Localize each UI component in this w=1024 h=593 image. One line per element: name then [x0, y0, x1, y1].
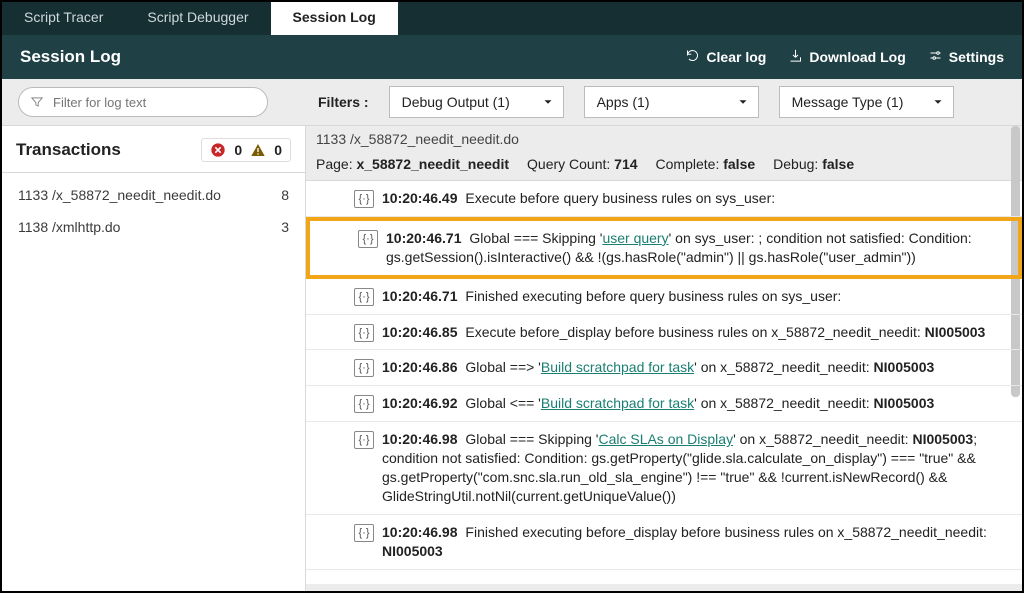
log-record-id: NI005003	[382, 543, 443, 559]
debug-output-value: Debug Output (1)	[402, 94, 510, 110]
meta-querycount-label: Query Count:	[527, 156, 610, 172]
log-text-post: ' on x_58872_needit_needit:	[694, 395, 873, 411]
json-toggle-icon[interactable]: {·}	[354, 288, 374, 306]
log-rows[interactable]: {·} 10:20:46.49 Execute before query bus…	[306, 181, 1022, 591]
chevron-down-icon	[931, 95, 945, 109]
chevron-down-icon	[736, 95, 750, 109]
log-timestamp: 10:20:46.49	[382, 190, 458, 206]
log-timestamp: 10:20:46.92	[382, 395, 458, 411]
json-toggle-icon[interactable]: {·}	[358, 230, 378, 248]
warning-icon	[250, 142, 266, 158]
meta-complete-label: Complete:	[656, 156, 720, 172]
json-toggle-icon[interactable]: {·}	[354, 324, 374, 342]
clear-log-button[interactable]: Clear log	[685, 48, 766, 66]
log-row-highlighted: {·} 10:20:46.71 Global === Skipping 'use…	[306, 217, 1022, 279]
meta-page-value: x_58872_needit_needit	[356, 156, 509, 172]
transactions-panel: Transactions 0 0 1133 /x_58872_needit_ne…	[2, 126, 306, 591]
log-row: {·} 10:20:46.86 Global ==> 'Build scratc…	[306, 350, 1022, 386]
log-timestamp: 10:20:46.98	[382, 431, 458, 447]
meta-page-label: Page:	[316, 156, 353, 172]
log-text-pre: Global === Skipping '	[465, 431, 598, 447]
log-link[interactable]: Calc SLAs on Display	[598, 431, 733, 447]
log-text-post: ' on x_58872_needit_needit:	[733, 431, 912, 447]
log-text-pre: Global ==> '	[465, 359, 540, 375]
meta-debug-label: Debug:	[773, 156, 818, 172]
log-row: {·} 10:20:46.71 Finished executing befor…	[306, 279, 1022, 315]
meta-debug-value: false	[822, 156, 854, 172]
log-timestamp: 10:20:46.86	[382, 359, 458, 375]
apps-value: Apps (1)	[597, 94, 650, 110]
transaction-count: 8	[281, 187, 289, 203]
message-type-dropdown[interactable]: Message Type (1)	[779, 86, 954, 118]
error-count: 0	[234, 142, 242, 158]
log-link[interactable]: Build scratchpad for task	[541, 359, 694, 375]
log-row: {·} 10:20:46.85 Execute before_display b…	[306, 315, 1022, 351]
log-row: {·} 10:20:46.98 Finished executing befor…	[306, 515, 1022, 570]
log-row: {·} 10:20:46.92 Global <== 'Build scratc…	[306, 386, 1022, 422]
meta-querycount-value: 714	[614, 156, 637, 172]
transactions-heading: Transactions	[16, 140, 121, 160]
title-bar: Session Log Clear log Download Log Setti…	[2, 35, 1022, 79]
log-detail-panel: 1133 /x_58872_needit_needit.do Page: x_5…	[306, 126, 1022, 591]
clear-log-label: Clear log	[706, 49, 766, 65]
transaction-count: 3	[281, 219, 289, 235]
json-toggle-icon[interactable]: {·}	[354, 190, 374, 208]
log-record-id: NI005003	[874, 395, 935, 411]
chevron-down-icon	[541, 95, 555, 109]
log-timestamp: 10:20:46.71	[382, 288, 458, 304]
log-text: Finished executing before_display before…	[465, 524, 986, 540]
message-type-value: Message Type (1)	[792, 94, 904, 110]
sliders-icon	[928, 48, 943, 66]
warning-count: 0	[274, 142, 282, 158]
log-text: Execute before query business rules on s…	[465, 190, 775, 206]
apps-dropdown[interactable]: Apps (1)	[584, 86, 759, 118]
tab-script-tracer[interactable]: Script Tracer	[2, 2, 125, 35]
log-text-post: ' on x_58872_needit_needit:	[694, 359, 873, 375]
log-timestamp: 10:20:46.71	[386, 230, 462, 246]
filters-label: Filters :	[318, 94, 369, 110]
filter-bar: Filters : Debug Output (1) Apps (1) Mess…	[2, 79, 1022, 126]
tab-session-log[interactable]: Session Log	[271, 2, 398, 35]
top-tabs: Script Tracer Script Debugger Session Lo…	[2, 2, 1022, 35]
title-actions: Clear log Download Log Settings	[685, 48, 1004, 66]
json-toggle-icon[interactable]: {·}	[354, 524, 374, 542]
refresh-icon	[685, 48, 700, 66]
transaction-label: 1133 /x_58872_needit_needit.do	[18, 187, 221, 203]
json-toggle-icon[interactable]: {·}	[354, 431, 374, 449]
download-icon	[788, 48, 803, 66]
log-group-header: 1133 /x_58872_needit_needit.do	[306, 126, 1022, 152]
filter-input[interactable]	[18, 87, 268, 117]
transactions-list: 1133 /x_58872_needit_needit.do 8 1138 /x…	[2, 173, 305, 249]
transaction-row[interactable]: 1138 /xmlhttp.do 3	[2, 211, 305, 243]
transaction-counts: 0 0	[201, 138, 291, 162]
log-record-id: NI005003	[925, 324, 986, 340]
download-log-label: Download Log	[809, 49, 905, 65]
transaction-row[interactable]: 1133 /x_58872_needit_needit.do 8	[2, 179, 305, 211]
log-timestamp: 10:20:46.85	[382, 324, 458, 340]
log-record-id: NI005003	[912, 431, 973, 447]
log-text: Finished executing before query business…	[465, 288, 841, 304]
json-toggle-icon[interactable]: {·}	[354, 359, 374, 377]
json-toggle-icon[interactable]: {·}	[354, 395, 374, 413]
log-row: {·} 10:20:46.98 Global === Skipping 'Cal…	[306, 422, 1022, 515]
transaction-label: 1138 /xmlhttp.do	[18, 219, 120, 235]
log-meta-bar: Page: x_58872_needit_needit Query Count:…	[306, 152, 1022, 181]
settings-label: Settings	[949, 49, 1004, 65]
log-link[interactable]: Build scratchpad for task	[541, 395, 694, 411]
log-link[interactable]: user query	[602, 230, 668, 246]
log-record-id: NI005003	[874, 359, 935, 375]
tab-script-debugger[interactable]: Script Debugger	[125, 2, 270, 35]
debug-output-dropdown[interactable]: Debug Output (1)	[389, 86, 564, 118]
log-text-pre: Global <== '	[465, 395, 540, 411]
error-icon	[210, 142, 226, 158]
settings-button[interactable]: Settings	[928, 48, 1004, 66]
download-log-button[interactable]: Download Log	[788, 48, 905, 66]
log-text-pre: Global === Skipping '	[469, 230, 602, 246]
meta-complete-value: false	[723, 156, 755, 172]
log-group-header: 1138 /xmlhttp.do	[306, 584, 1022, 591]
log-row: {·} 10:20:46.49 Execute before query bus…	[306, 181, 1022, 217]
log-text: Execute before_display before business r…	[465, 324, 924, 340]
log-timestamp: 10:20:46.98	[382, 524, 458, 540]
page-title: Session Log	[20, 47, 121, 67]
